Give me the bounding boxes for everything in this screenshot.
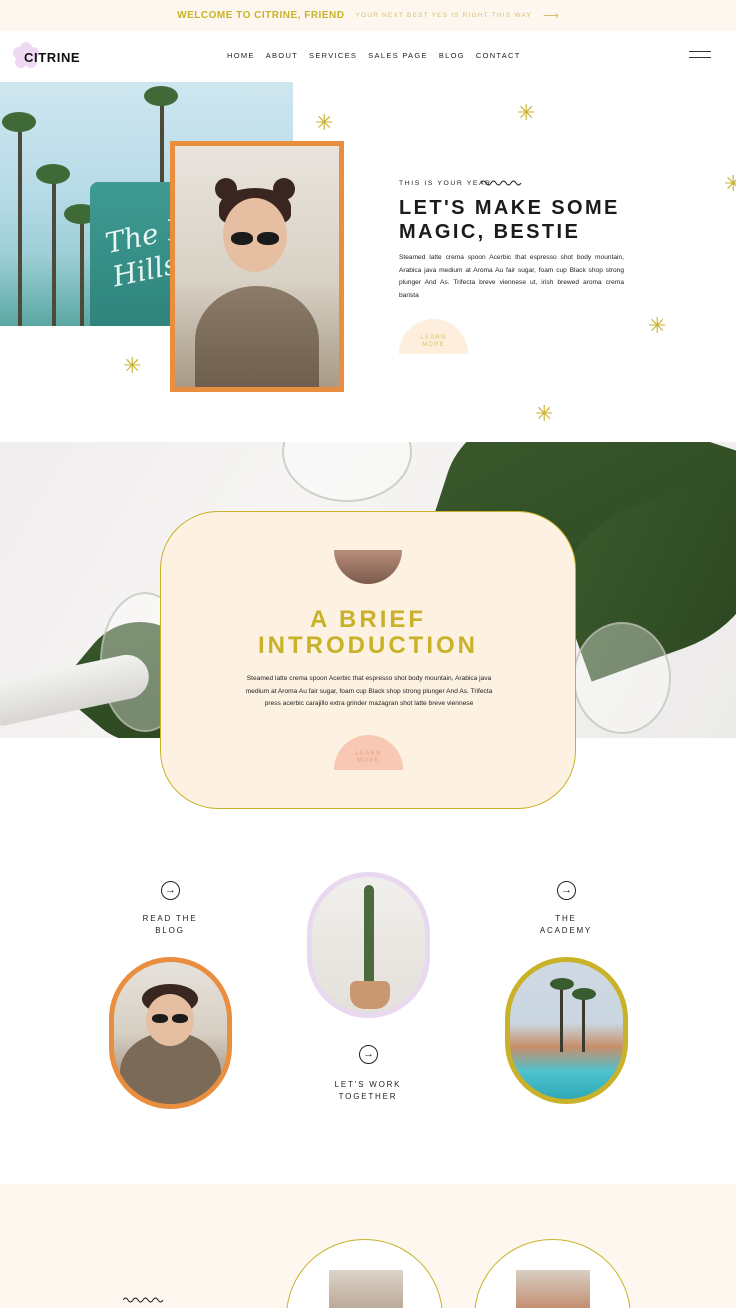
sparkle-icon: ✳ <box>517 100 536 125</box>
hero-button-label: LEARN MORE <box>420 334 447 348</box>
announcement-title: WELCOME TO CITRINE, FRIEND <box>177 10 345 21</box>
lets-work-together-link[interactable]: LET'S WORK TOGETHER <box>318 1079 418 1103</box>
squiggle-icon <box>481 180 522 186</box>
nav-item-contact[interactable]: CONTACT <box>476 51 521 60</box>
nav-item-about[interactable]: ABOUT <box>266 51 298 60</box>
nav-item-home[interactable]: HOME <box>227 51 255 60</box>
academy-tile-photo[interactable] <box>505 957 628 1104</box>
arrow-right-icon[interactable]: ⟶ <box>543 9 559 22</box>
intro-title: A BRIEF INTRODUCTION <box>258 606 478 659</box>
squiggle-icon <box>123 1297 164 1303</box>
hero-portrait <box>170 141 344 392</box>
nav-item-sales-page[interactable]: SALES PAGE <box>368 51 428 60</box>
arch-card-photo <box>516 1270 590 1308</box>
hero-title: LET'S MAKE SOME MAGIC, BESTIE <box>399 197 620 243</box>
arrow-right-icon[interactable]: → <box>557 881 576 900</box>
main-nav: HOME ABOUT SERVICES SALES PAGE BLOG CONT… <box>227 51 521 60</box>
work-tile-photo[interactable] <box>307 872 430 1018</box>
site-logo[interactable]: CITRINE <box>24 50 80 65</box>
arrow-right-icon[interactable]: → <box>359 1045 378 1064</box>
intro-button-label: LEARN MORE <box>355 750 382 764</box>
sparkle-icon: ✳ <box>123 353 142 378</box>
arch-card-photo <box>329 1270 403 1308</box>
hamburger-icon[interactable] <box>689 51 711 60</box>
sparkle-icon: ✳ <box>724 171 736 196</box>
announcement-subtitle[interactable]: YOUR NEXT BEST YES IS RIGHT THIS WAY <box>355 12 532 19</box>
read-the-blog-link[interactable]: READ THE BLOG <box>130 913 210 937</box>
sparkle-icon: ✳ <box>315 110 334 135</box>
blog-tile-photo[interactable] <box>109 957 232 1109</box>
arrow-right-icon[interactable]: → <box>161 881 180 900</box>
announcement-bar[interactable]: WELCOME TO CITRINE, FRIEND YOUR NEXT BES… <box>0 0 736 31</box>
hero-learn-more-button[interactable]: LEARN MORE <box>399 319 468 354</box>
sparkle-icon: ✳ <box>535 401 554 426</box>
intro-body: Steamed latte crema spoon Acerbic that e… <box>245 675 493 707</box>
hero-eyebrow: THIS IS YOUR YEAR <box>399 180 492 187</box>
nav-item-services[interactable]: SERVICES <box>309 51 357 60</box>
nav-item-blog[interactable]: BLOG <box>439 51 465 60</box>
the-academy-link[interactable]: THE ACADEMY <box>526 913 606 937</box>
hero-body: Steamed latte crema spoon Acerbic that e… <box>399 254 624 299</box>
sparkle-icon: ✳ <box>648 313 667 338</box>
